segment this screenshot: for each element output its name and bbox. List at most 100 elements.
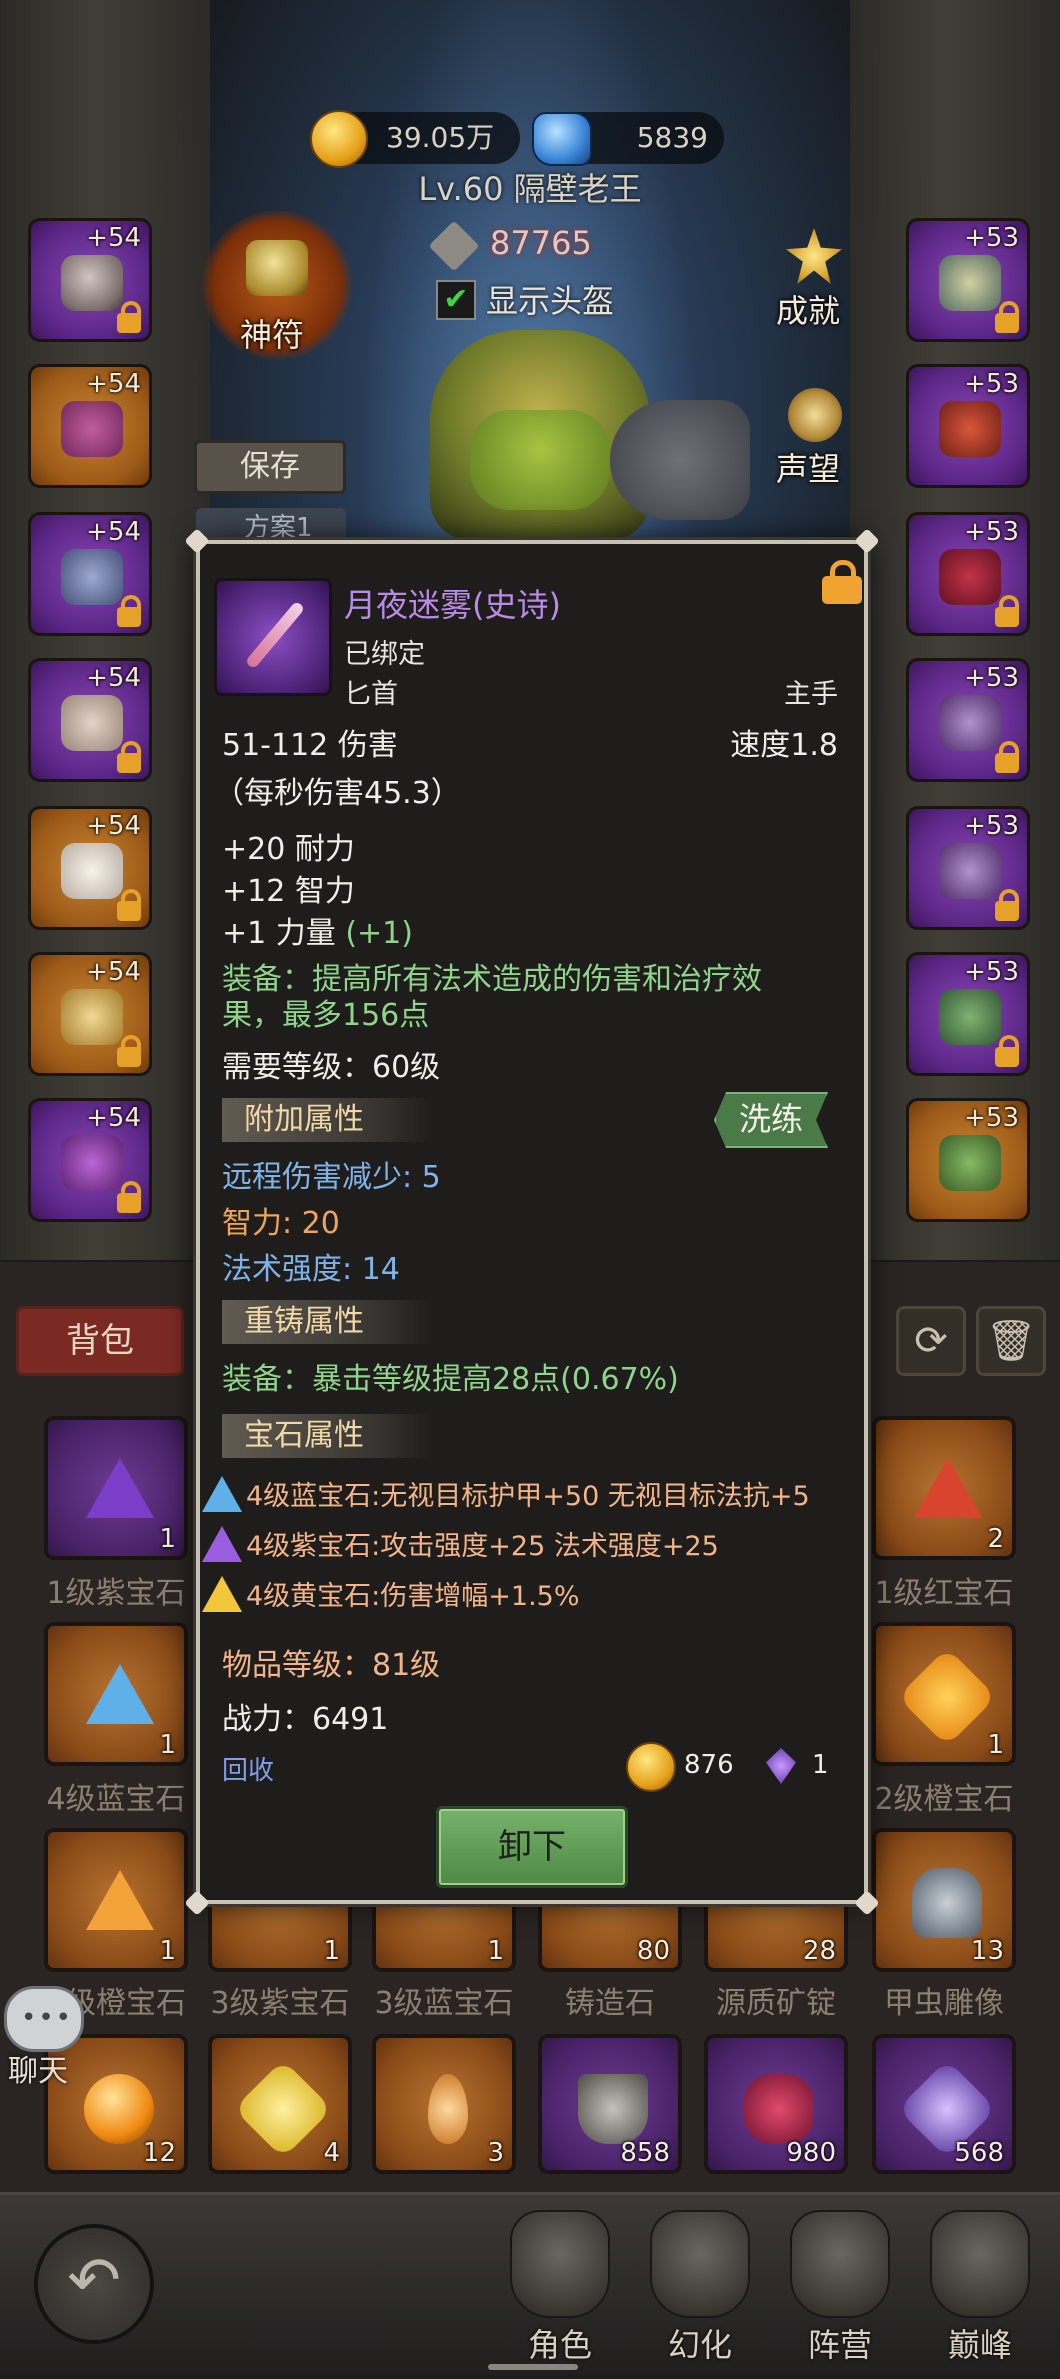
equip-slot-feet[interactable]: +53 bbox=[906, 512, 1030, 636]
stat-stamina: +20 耐力 bbox=[222, 832, 355, 867]
chat-label: 聊天 bbox=[8, 2054, 68, 2089]
equip-slot-shirt[interactable]: +54 bbox=[28, 806, 152, 930]
statue-icon bbox=[912, 1868, 982, 1938]
item-count: 2 bbox=[987, 1524, 1004, 1554]
rune-icon bbox=[744, 2074, 814, 2144]
slot-level: +53 bbox=[964, 369, 1019, 399]
chat-bubble-icon[interactable]: ••• bbox=[4, 1986, 84, 2052]
equip-slot-ring1[interactable]: +53 bbox=[906, 658, 1030, 782]
show-helmet-checkbox[interactable]: ✔ bbox=[436, 280, 476, 320]
equip-slot-trinket2[interactable]: +53 bbox=[906, 1098, 1030, 1222]
item-count: 4 bbox=[323, 2138, 340, 2168]
item-name: 月夜迷雾(史诗) bbox=[344, 586, 561, 624]
lock-icon[interactable] bbox=[822, 560, 862, 604]
bag-item-banner[interactable]: 858 bbox=[538, 2034, 682, 2174]
equip-slot-ring2[interactable]: +53 bbox=[906, 806, 1030, 930]
item-count: 980 bbox=[786, 2138, 836, 2168]
nav-character[interactable]: 角色 bbox=[500, 2210, 620, 2364]
gem-socket-blue: 4级蓝宝石:无视目标护甲+50 无视目标法抗+5 bbox=[246, 1481, 810, 1512]
equip-slot-necklace[interactable]: +54 bbox=[28, 364, 152, 488]
sell-gold-amount: 876 bbox=[684, 1750, 734, 1780]
nav-label: 角色 bbox=[527, 2326, 592, 2364]
talisman-button[interactable]: 神符 bbox=[202, 210, 352, 360]
gem-attributes-header: 宝石属性 bbox=[222, 1414, 434, 1458]
show-helmet-label: 显示头盔 bbox=[486, 282, 615, 320]
sell-gem-amount: 1 bbox=[812, 1750, 829, 1780]
save-button[interactable]: 保存 bbox=[194, 440, 346, 494]
bag-item-yellow-crystal[interactable]: 4 bbox=[208, 2034, 352, 2174]
red-gem-icon bbox=[914, 1458, 982, 1518]
nav-faction[interactable]: 阵营 bbox=[780, 2210, 900, 2364]
nav-label: 幻化 bbox=[667, 2326, 732, 2364]
equip-slot-chest[interactable]: +54 bbox=[28, 658, 152, 782]
equip-slot-trinket1[interactable]: +53 bbox=[906, 952, 1030, 1076]
nav-transmog[interactable]: 幻化 bbox=[640, 2210, 760, 2364]
equip-slot-wrist[interactable]: +54 bbox=[28, 1098, 152, 1222]
purple-gem-icon bbox=[86, 1458, 154, 1518]
talisman-icon bbox=[246, 240, 308, 296]
bag-item-blue-gem[interactable]: 1 bbox=[44, 1622, 188, 1766]
item-damage: 51-112 伤害 bbox=[222, 728, 398, 763]
back-icon[interactable]: ↶ bbox=[34, 2224, 154, 2344]
bag-tab[interactable]: 背包 bbox=[16, 1306, 184, 1376]
equip-slot-legs[interactable]: +53 bbox=[906, 364, 1030, 488]
achievement-button[interactable]: 成就 bbox=[764, 228, 864, 338]
extra-attr-ranged: 远程伤害减少: 5 bbox=[222, 1160, 441, 1195]
slot-level: +53 bbox=[964, 663, 1019, 693]
banner-icon bbox=[578, 2074, 648, 2144]
bag-item-rune[interactable]: 980 bbox=[704, 2034, 848, 2174]
bag-item-orange-gem-3[interactable]: 1 bbox=[44, 1828, 188, 1972]
reputation-button[interactable]: 声望 bbox=[764, 388, 864, 498]
item-label: 1级紫宝石 bbox=[46, 1576, 186, 1611]
trash-icon[interactable]: 🗑 bbox=[976, 1306, 1046, 1376]
item-label: 3级紫宝石 bbox=[210, 1986, 350, 2021]
bag-item-red-gem[interactable]: 2 bbox=[872, 1416, 1016, 1560]
recast-attributes-header: 重铸属性 bbox=[222, 1300, 434, 1344]
required-level: 需要等级：60级 bbox=[222, 1050, 441, 1085]
recycle-link[interactable]: 回收 bbox=[222, 1750, 274, 1787]
gem-socket-purple: 4级紫宝石:攻击强度+25 法术强度+25 bbox=[246, 1531, 719, 1562]
slot-level: +54 bbox=[86, 517, 141, 547]
slot-level: +54 bbox=[86, 663, 141, 693]
item-count: 12 bbox=[142, 2138, 176, 2168]
equip-slot-tabard[interactable]: +54 bbox=[28, 952, 152, 1076]
bag-item-beetle-statue[interactable]: 13 bbox=[872, 1828, 1016, 1972]
equip-slot-mainhand[interactable]: +53 bbox=[906, 218, 1030, 342]
stat-strength-bonus: (+1) bbox=[345, 916, 413, 951]
item-slot: 主手 bbox=[784, 679, 838, 710]
gem-amount: 5839 bbox=[636, 121, 708, 154]
reroll-button[interactable]: 洗练 bbox=[714, 1092, 828, 1148]
home-indicator bbox=[488, 2364, 578, 2370]
equip-slot-shoulder[interactable]: +54 bbox=[28, 512, 152, 636]
blue-gem-icon bbox=[202, 1476, 242, 1512]
unequip-button[interactable]: 卸下 bbox=[436, 1806, 628, 1888]
nav-peak[interactable]: 巅峰 bbox=[920, 2210, 1040, 2364]
item-dps: （每秒伤害45.3） bbox=[214, 776, 461, 811]
yellow-crystal-icon bbox=[233, 2059, 333, 2159]
slot-level: +53 bbox=[964, 957, 1019, 987]
gem-socket-yellow: 4级黄宝石:伤害增幅+1.5% bbox=[246, 1581, 580, 1612]
item-label: 2级橙宝石 bbox=[874, 1782, 1014, 1817]
lock-icon bbox=[117, 741, 141, 773]
extra-attr-spellpower: 法术强度: 14 bbox=[222, 1252, 400, 1287]
reputation-label: 声望 bbox=[776, 450, 841, 488]
item-label: 源质矿锭 bbox=[716, 1986, 836, 2021]
item-count: 13 bbox=[970, 1936, 1004, 1966]
item-count: 1 bbox=[323, 1936, 340, 1966]
bag-item-orange-gem[interactable]: 1 bbox=[872, 1622, 1016, 1766]
refresh-icon[interactable]: ⟳ bbox=[896, 1306, 966, 1376]
lock-icon bbox=[995, 889, 1019, 921]
bag-item-sigil[interactable]: 568 bbox=[872, 2034, 1016, 2174]
item-count: 1 bbox=[159, 1936, 176, 1966]
stat-strength: +1 力量 (+1) bbox=[222, 908, 413, 952]
bag-item-purple-gem[interactable]: 1 bbox=[44, 1416, 188, 1560]
blue-gem-icon bbox=[532, 112, 592, 166]
equip-slot-helmet[interactable]: +54 bbox=[28, 218, 152, 342]
item-bound: 已绑定 bbox=[344, 639, 425, 670]
lock-icon bbox=[117, 595, 141, 627]
bag-item-amber[interactable]: 3 bbox=[372, 2034, 516, 2174]
horn-icon bbox=[788, 388, 842, 442]
orange-gem-icon bbox=[897, 1647, 997, 1747]
player-level-name: Lv.60 隔壁老王 bbox=[418, 170, 642, 208]
item-count: 80 bbox=[636, 1936, 670, 1966]
